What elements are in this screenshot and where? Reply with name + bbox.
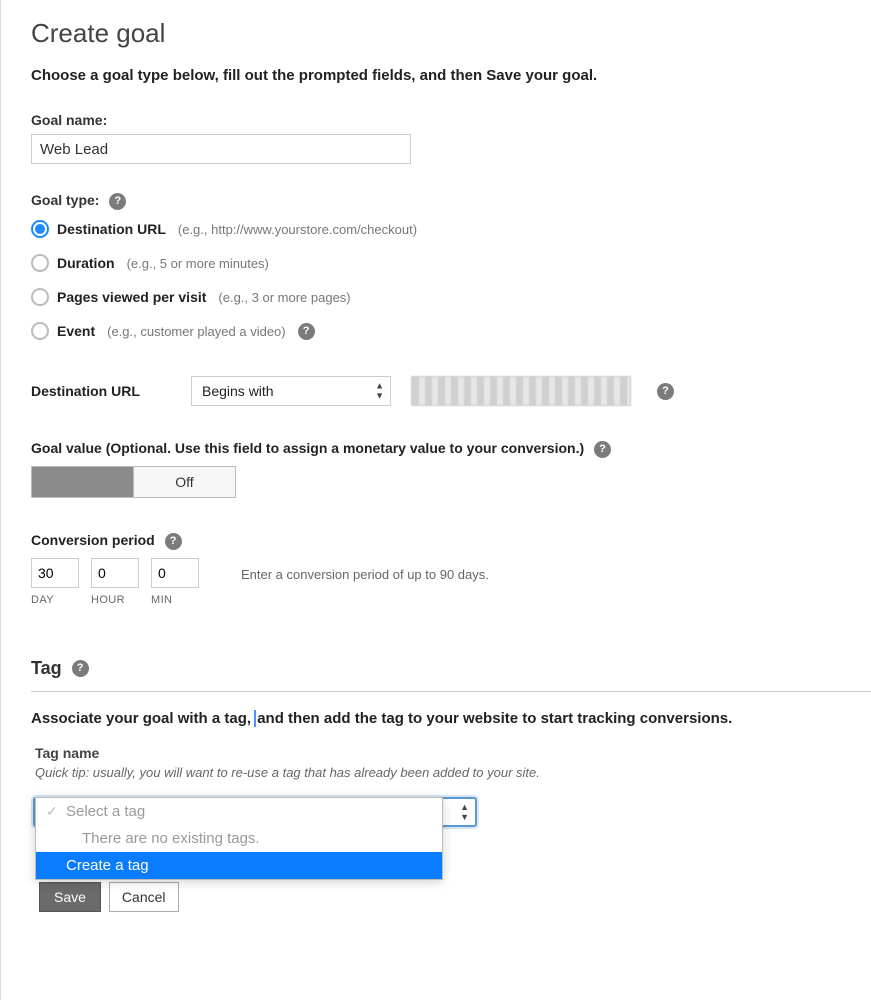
help-icon[interactable]: ?	[109, 193, 126, 210]
conversion-min-input[interactable]	[151, 558, 199, 588]
radio-pages-viewed-hint: (e.g., 3 or more pages)	[218, 290, 350, 305]
tag-description: Associate your goal with a tag, and then…	[31, 710, 871, 727]
radio-pages-viewed[interactable]	[31, 288, 49, 306]
conversion-min-caption: MIN	[151, 594, 172, 606]
destination-url-label: Destination URL	[31, 383, 171, 399]
tag-option-create[interactable]: Create a tag	[36, 852, 442, 879]
radio-duration-hint: (e.g., 5 or more minutes)	[127, 256, 269, 271]
conversion-hour-input[interactable]	[91, 558, 139, 588]
destination-match-type-select[interactable]: Begins with ▲▼	[191, 376, 391, 406]
chevron-updown-icon: ▲▼	[460, 803, 469, 822]
destination-match-type-value: Begins with	[202, 383, 274, 399]
conversion-day-input[interactable]	[31, 558, 79, 588]
goal-value-label: Goal value (Optional. Use this field to …	[31, 440, 584, 456]
help-icon[interactable]: ?	[298, 323, 315, 340]
page-title: Create goal	[31, 18, 871, 49]
radio-destination-url[interactable]	[31, 220, 49, 238]
radio-event-label: Event	[57, 323, 95, 339]
tag-dropdown-panel: Select a tag There are no existing tags.…	[35, 797, 443, 880]
radio-event-hint: (e.g., customer played a video)	[107, 324, 285, 339]
tag-tip: Quick tip: usually, you will want to re-…	[35, 765, 871, 780]
help-icon[interactable]: ?	[165, 533, 182, 550]
radio-duration-label: Duration	[57, 255, 115, 271]
destination-url-input[interactable]	[411, 376, 631, 406]
radio-pages-viewed-label: Pages viewed per visit	[57, 289, 206, 305]
tag-heading: Tag	[31, 658, 62, 679]
conversion-period-hint: Enter a conversion period of up to 90 da…	[241, 567, 489, 596]
goal-value-toggle[interactable]: Off	[31, 466, 236, 498]
radio-destination-url-hint: (e.g., http://www.yourstore.com/checkout…	[178, 222, 417, 237]
goal-name-input[interactable]	[31, 134, 411, 164]
tag-option-empty: There are no existing tags.	[36, 825, 442, 852]
help-icon[interactable]: ?	[72, 660, 89, 677]
radio-event[interactable]	[31, 322, 49, 340]
conversion-day-caption: DAY	[31, 594, 54, 606]
tag-name-label: Tag name	[35, 745, 871, 761]
conversion-period-label: Conversion period	[31, 532, 155, 548]
tag-option-placeholder[interactable]: Select a tag	[36, 798, 442, 825]
cancel-button[interactable]: Cancel	[109, 882, 179, 912]
save-button[interactable]: Save	[39, 882, 101, 912]
conversion-hour-caption: HOUR	[91, 594, 125, 606]
radio-duration[interactable]	[31, 254, 49, 272]
help-icon[interactable]: ?	[594, 441, 611, 458]
goal-type-label: Goal type:	[31, 192, 99, 208]
radio-destination-url-label: Destination URL	[57, 221, 166, 237]
page-intro: Choose a goal type below, fill out the p…	[31, 67, 871, 84]
help-icon[interactable]: ?	[657, 383, 674, 400]
chevron-updown-icon: ▲▼	[375, 382, 384, 401]
goal-name-label: Goal name:	[31, 112, 107, 128]
goal-value-toggle-state: Off	[133, 467, 235, 497]
